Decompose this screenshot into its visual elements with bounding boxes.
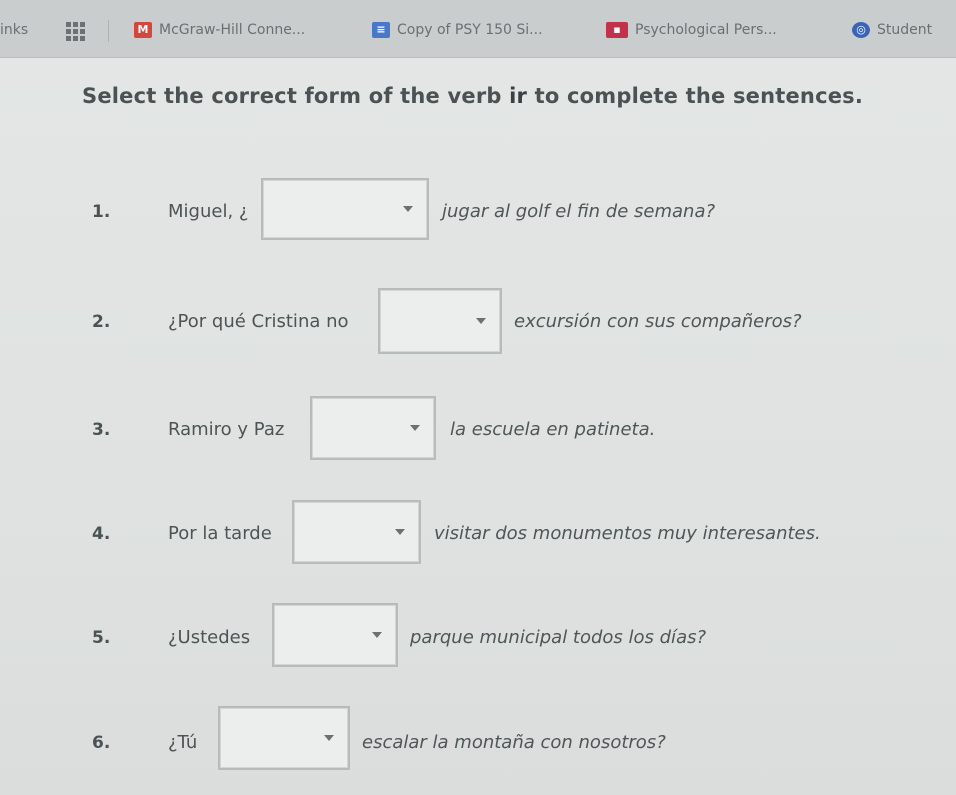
bookmarks-divider (108, 20, 109, 42)
answer-dropdown-5[interactable] (272, 603, 398, 667)
answer-dropdown-4[interactable] (292, 500, 421, 564)
chevron-down-icon (395, 529, 405, 535)
question-number: 2. (92, 312, 111, 332)
question-number: 3. (92, 420, 111, 440)
answer-dropdown-3[interactable] (310, 396, 436, 460)
question-prefix: ¿Tú (168, 732, 198, 753)
question-suffix: excursión con sus compañeros? (514, 311, 802, 332)
question-number: 5. (92, 628, 111, 648)
mcgraw-hill-icon: M (134, 22, 152, 38)
question-number: 1. (92, 202, 111, 222)
chevron-down-icon (476, 318, 486, 324)
student-icon: ◎ (852, 22, 870, 38)
question-prefix: Ramiro y Paz (168, 419, 285, 440)
chevron-down-icon (372, 632, 382, 638)
google-docs-icon: ≡ (372, 22, 390, 38)
bookmark-label: Copy of PSY 150 Si... (397, 22, 543, 38)
bookmark-links[interactable]: inks (0, 22, 28, 38)
question-prefix: Miguel, ¿ (168, 201, 249, 222)
question-number: 4. (92, 524, 111, 544)
question-suffix: la escuela en patineta. (450, 419, 656, 440)
question-prefix: Por la tarde (168, 523, 272, 544)
bookmark-psychological[interactable]: ▪ Psychological Pers... (606, 22, 777, 38)
question-prefix: ¿Por qué Cristina no (168, 311, 349, 332)
bookmarks-bar: inks M McGraw-Hill Conne... ≡ Copy of PS… (0, 0, 956, 58)
bookmark-mcgraw-hill[interactable]: M McGraw-Hill Conne... (134, 22, 305, 38)
chevron-down-icon (410, 425, 420, 431)
question-suffix: escalar la montaña con nosotros? (362, 732, 666, 753)
bookmark-label: inks (0, 22, 29, 38)
verb-ir: ir (509, 84, 528, 108)
question-suffix: visitar dos monumentos muy interesantes. (434, 523, 821, 544)
site-icon: ▪ (606, 22, 628, 38)
question-prefix: ¿Ustedes (168, 627, 251, 648)
question-suffix: parque municipal todos los días? (410, 627, 707, 648)
bookmark-label: Psychological Pers... (635, 22, 777, 38)
question-suffix: jugar al golf el fin de semana? (442, 201, 716, 222)
bookmark-label: McGraw-Hill Conne... (159, 22, 306, 38)
answer-dropdown-1[interactable] (261, 178, 429, 240)
chevron-down-icon (403, 206, 413, 212)
answer-dropdown-6[interactable] (218, 706, 350, 770)
answer-dropdown-2[interactable] (378, 288, 502, 354)
bookmark-label: Student (877, 22, 933, 38)
instructions-text: Select the correct form of the verb ir t… (82, 84, 864, 108)
bookmark-copy-psy[interactable]: ≡ Copy of PSY 150 Si... (372, 22, 543, 38)
bookmark-student[interactable]: ◎ Student (852, 22, 932, 38)
chevron-down-icon (324, 735, 334, 741)
apps-grid-icon[interactable] (66, 22, 86, 41)
question-number: 6. (92, 733, 111, 753)
